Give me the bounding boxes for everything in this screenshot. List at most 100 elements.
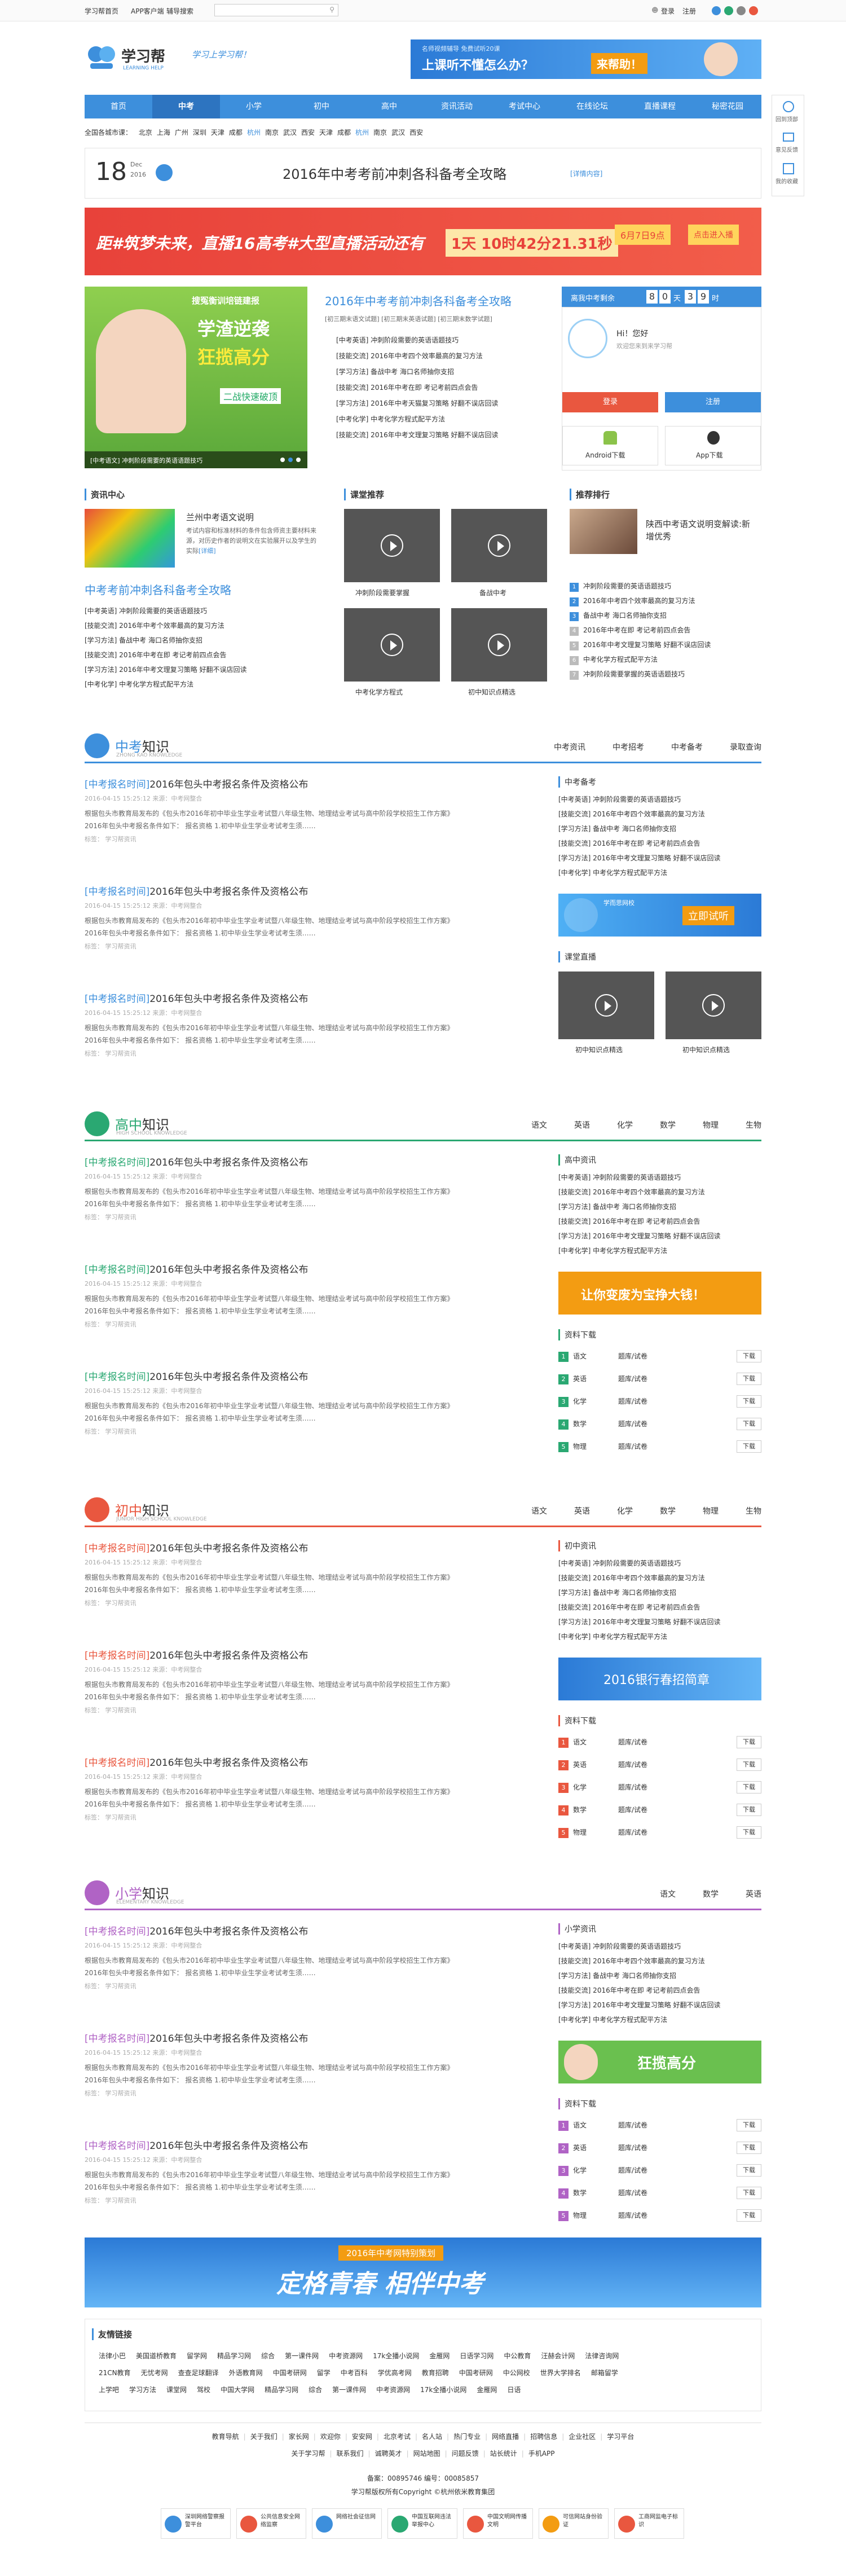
download-button[interactable]: 下载: [737, 2187, 761, 2199]
article-title[interactable]: 2016年包头中考报名条件及资格公布: [149, 886, 308, 898]
city-link[interactable]: 天津: [319, 129, 333, 137]
friend-link[interactable]: 美国道桥教育: [136, 2352, 177, 2360]
footer-link[interactable]: 关于我们: [250, 2433, 277, 2441]
friend-link[interactable]: 21CN教育: [99, 2369, 131, 2377]
friend-link[interactable]: 综合: [309, 2386, 322, 2394]
sidebar-item[interactable]: [技能交流] 2016年中考在即 考记考前四点会告: [558, 1214, 761, 1229]
article-tag[interactable]: [中考报名时间]: [85, 1157, 149, 1168]
article[interactable]: [中考报名时间]2016年包头中考报名条件及资格公布 2016-04-15 15:…: [85, 1755, 536, 1856]
banner-cta[interactable]: 点击进入播: [688, 225, 739, 245]
friend-link[interactable]: 第一课件网: [332, 2386, 366, 2394]
friend-link[interactable]: 中公教育: [504, 2352, 531, 2360]
sidebar-ad[interactable]: 2016银行春招简章: [558, 1658, 761, 1700]
friend-link[interactable]: 精品学习网: [265, 2386, 298, 2394]
section-tab[interactable]: 录取查询: [730, 741, 761, 753]
sidebar-item[interactable]: [中考英语] 冲刺阶段需要的英语语题技巧: [558, 1939, 761, 1954]
section-tab[interactable]: 语文: [531, 1505, 547, 1516]
section-tab[interactable]: 英语: [574, 1505, 590, 1516]
focus-sub-3[interactable]: [初三期末数学试题]: [438, 315, 492, 323]
article-title[interactable]: 2016年包头中考报名条件及资格公布: [149, 1264, 308, 1276]
download-button[interactable]: 下载: [737, 1736, 761, 1748]
friend-link[interactable]: 查查足球翻译: [178, 2369, 219, 2377]
carousel-dot-3[interactable]: [296, 458, 301, 462]
live-label[interactable]: 初中知识点精选: [575, 1045, 623, 1054]
article-tag[interactable]: [中考报名时间]: [85, 779, 149, 790]
friend-link[interactable]: 金雁网: [477, 2386, 497, 2394]
footer-link[interactable]: 网站地图: [413, 2450, 440, 2458]
article-tag[interactable]: [中考报名时间]: [85, 1757, 149, 1769]
carousel-dot-1[interactable]: [280, 458, 285, 462]
city-link[interactable]: 成都: [337, 129, 351, 137]
headline-title[interactable]: 2016年中考考前冲刺各科备考全攻略: [283, 163, 506, 183]
news-center-feat-title[interactable]: 兰州中考语文说明: [186, 511, 254, 523]
ranking-item[interactable]: 7 冲刺阶段需要掌握的英语语题技巧: [570, 667, 761, 682]
city-link[interactable]: 西安: [301, 129, 315, 137]
footer-link[interactable]: 关于学习帮: [291, 2450, 325, 2458]
nav-forum[interactable]: 在线论坛: [558, 95, 626, 118]
footer-link[interactable]: 名人站: [422, 2433, 442, 2441]
city-link[interactable]: 武汉: [283, 129, 297, 137]
download-button[interactable]: 下载: [737, 1418, 761, 1430]
play-icon[interactable]: [488, 534, 510, 557]
sidebar-item[interactable]: [技能交流] 2016年中考在即 考记考前四点会告: [558, 1600, 761, 1615]
article-title[interactable]: 2016年包头中考报名条件及资格公布: [149, 2140, 308, 2152]
play-icon[interactable]: [488, 634, 510, 656]
footer-link[interactable]: 诚聘英才: [375, 2450, 402, 2458]
city-link[interactable]: 杭州: [247, 129, 261, 137]
article-title[interactable]: 2016年包头中考报名条件及资格公布: [149, 779, 308, 790]
download-subject[interactable]: 英语: [573, 2138, 618, 2158]
download-button[interactable]: 下载: [737, 1395, 761, 1408]
sidebar-item[interactable]: [学习方法] 备战中考 海口名师抽你支招: [558, 821, 761, 836]
sidebar-ad[interactable]: 狂揽高分: [558, 2041, 761, 2083]
article[interactable]: [中考报名时间]2016年包头中考报名条件及资格公布 2016-04-15 15:…: [85, 1647, 536, 1749]
article[interactable]: [中考报名时间]2016年包头中考报名条件及资格公布 2016-04-15 15:…: [85, 991, 536, 1092]
ranking-item[interactable]: 6 中考化学方程式配平方法: [570, 652, 761, 667]
download-subject[interactable]: 数学: [573, 2183, 618, 2203]
friend-link[interactable]: 留学: [317, 2369, 331, 2377]
footer-link[interactable]: 问题反馈: [452, 2450, 479, 2458]
section-tab[interactable]: 英语: [746, 1888, 761, 1900]
article-tag[interactable]: [中考报名时间]: [85, 886, 149, 898]
download-subject[interactable]: 数学: [573, 1800, 618, 1820]
sidebar-item[interactable]: [技能交流] 2016年中考四个效率最高的复习方法: [558, 1954, 761, 1968]
article-tag[interactable]: [中考报名时间]: [85, 1650, 149, 1661]
class-thumb-4[interactable]: [451, 608, 547, 682]
friend-link[interactable]: 法律咨询网: [585, 2352, 619, 2360]
play-icon[interactable]: [702, 994, 725, 1017]
weibo-icon[interactable]: [712, 6, 721, 15]
article-tag[interactable]: [中考报名时间]: [85, 1543, 149, 1554]
footer-badge[interactable]: 中国文明网传播文明: [463, 2508, 533, 2539]
article-tag[interactable]: [中考报名时间]: [85, 2140, 149, 2152]
favorite-icon[interactable]: [783, 163, 794, 174]
ios-download[interactable]: App下载: [665, 426, 761, 465]
download-subject[interactable]: 英语: [573, 1755, 618, 1775]
article-title[interactable]: 2016年包头中考报名条件及资格公布: [149, 1157, 308, 1168]
friend-link[interactable]: 汪赫会计网: [541, 2352, 575, 2360]
top-icon[interactable]: [783, 101, 794, 112]
footer-badge[interactable]: 工商网监电子标识: [614, 2508, 684, 2539]
carousel-dot-2[interactable]: [288, 458, 293, 462]
article-title[interactable]: 2016年包头中考报名条件及资格公布: [149, 1757, 308, 1769]
friend-link[interactable]: 学习方法: [129, 2386, 156, 2394]
footer-link[interactable]: 学习平台: [607, 2433, 634, 2441]
focus-title[interactable]: 2016年中考考前冲刺各科备考全攻略: [325, 292, 550, 309]
class-thumb-3[interactable]: [344, 608, 440, 682]
ad-button[interactable]: 来帮助！: [591, 53, 647, 74]
footer-link[interactable]: 网络直播: [492, 2433, 519, 2441]
download-subject[interactable]: 物理: [573, 1822, 618, 1843]
focus-sub-2[interactable]: [初三期末英语试题]: [381, 315, 436, 323]
hero-carousel[interactable]: 搜冤衡训培链建报 学渣逆袭 狂揽高分 二战快速破顶 [中考语文] 冲刺阶段需要的…: [85, 287, 307, 468]
footer-badge[interactable]: 中国互联网违法举报中心: [387, 2508, 457, 2539]
ranking-image[interactable]: [570, 509, 637, 554]
article-title[interactable]: 2016年包头中考报名条件及资格公布: [149, 1650, 308, 1661]
headline-tag[interactable]: [详情内容]: [570, 169, 602, 178]
sidebar-item[interactable]: [技能交流] 2016年中考四个效率最高的复习方法: [558, 1185, 761, 1199]
play-icon[interactable]: [381, 634, 403, 656]
footer-badge[interactable]: 深圳网络警察报警平台: [161, 2508, 231, 2539]
sidebar-item[interactable]: [技能交流] 2016年中考在即 考记考前四点会告: [558, 1983, 761, 1998]
article[interactable]: [中考报名时间]2016年包头中考报名条件及资格公布 2016-04-15 15:…: [85, 1923, 536, 2025]
download-button[interactable]: 下载: [737, 2119, 761, 2131]
nav-zhongkao[interactable]: 中考: [152, 95, 220, 118]
class-label-2[interactable]: 备战中考: [479, 588, 506, 597]
news-center-big-title[interactable]: 中考考前冲刺各科备考全攻略: [85, 581, 231, 597]
